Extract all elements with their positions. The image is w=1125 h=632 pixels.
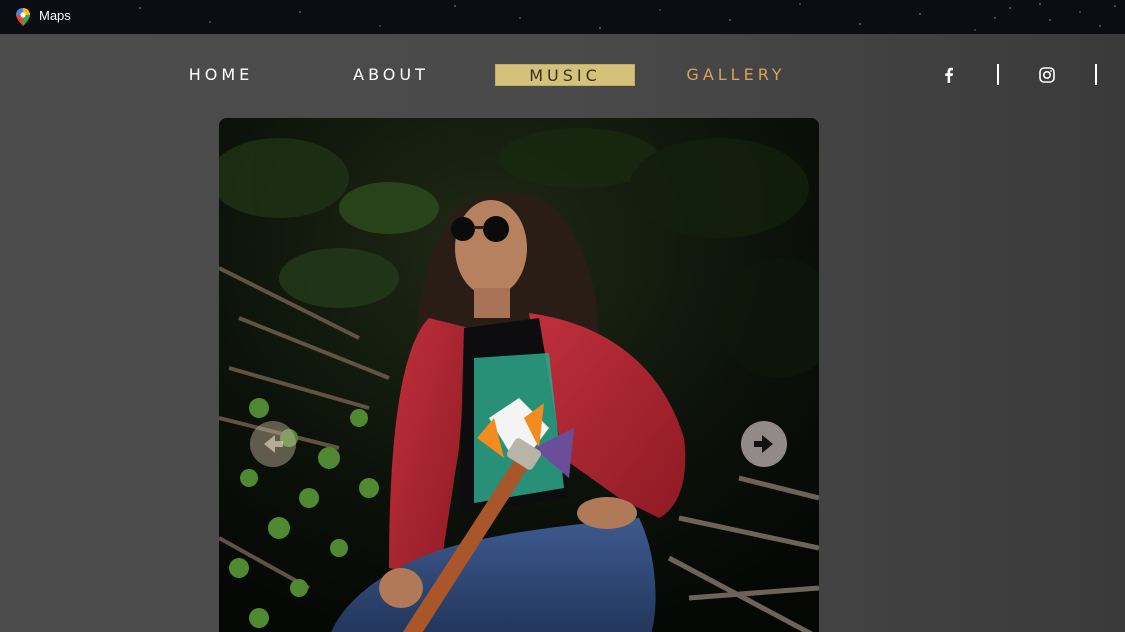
maps-pin-icon bbox=[16, 8, 30, 26]
social-divider bbox=[997, 64, 999, 85]
window-title: Maps bbox=[39, 8, 71, 23]
titlebar-starfield bbox=[0, 0, 1125, 34]
nav-gallery[interactable]: GALLERY bbox=[680, 64, 792, 86]
facebook-icon[interactable] bbox=[940, 66, 958, 84]
nav-music[interactable]: MUSIC bbox=[495, 64, 635, 86]
social-divider bbox=[1095, 64, 1097, 85]
slideshow-prev-button[interactable] bbox=[250, 421, 296, 467]
slideshow-image bbox=[219, 118, 819, 632]
slideshow-next-button[interactable] bbox=[741, 421, 787, 467]
nav-about[interactable]: ABOUT bbox=[343, 64, 439, 86]
instagram-icon[interactable] bbox=[1038, 66, 1056, 84]
arrow-left-icon bbox=[264, 435, 283, 453]
musician-photo bbox=[219, 118, 819, 632]
arrow-right-icon bbox=[754, 435, 773, 453]
window-titlebar: Maps bbox=[0, 0, 1125, 34]
nav-home[interactable]: HOME bbox=[176, 64, 266, 86]
